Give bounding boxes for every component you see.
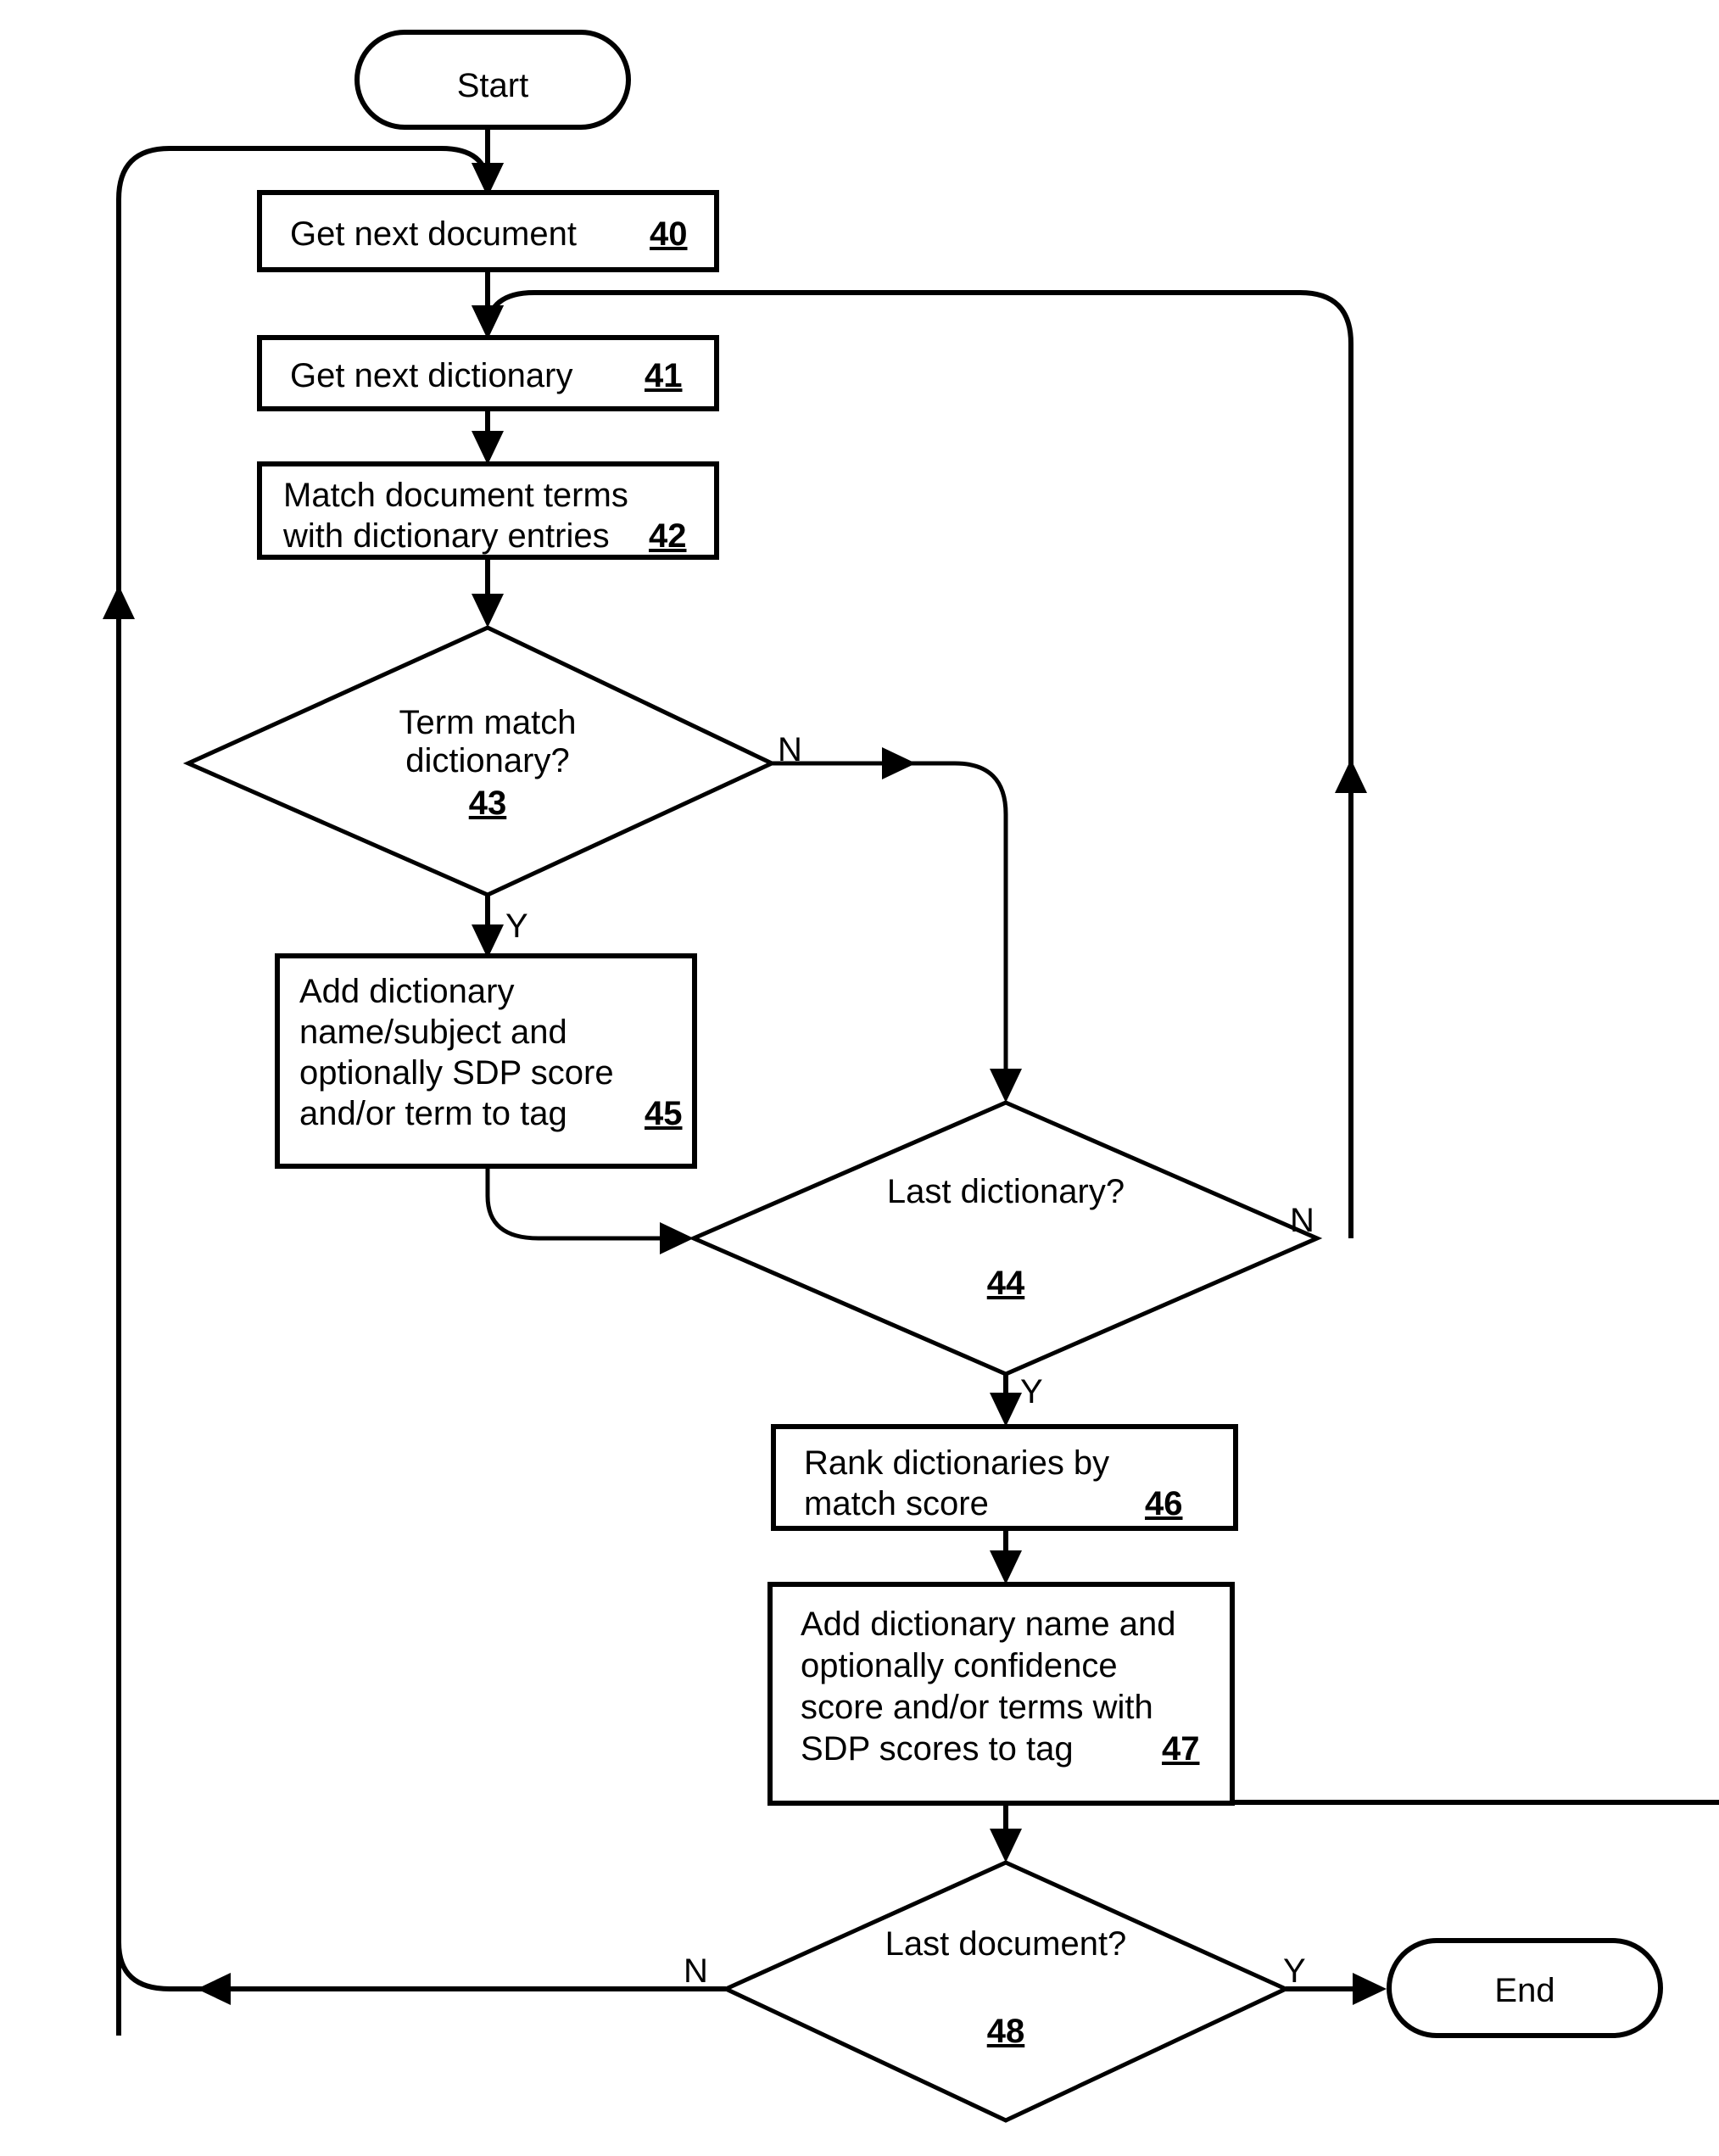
- node-45-add-dictionary-name-subject[interactable]: Add dictionary name/subject and optional…: [275, 953, 697, 1169]
- node-44-last-dictionary[interactable]: Last dictionary? 44: [688, 1100, 1323, 1377]
- branch-label-44-no: N: [1290, 1202, 1314, 1239]
- node-end[interactable]: End: [1387, 1938, 1663, 2038]
- branch-label-44-yes: Y: [1020, 1373, 1043, 1410]
- node-44-label: Last dictionary?: [887, 1173, 1125, 1210]
- node-43-term-match-dictionary[interactable]: Term match dictionary? 43: [182, 625, 777, 897]
- node-46-rank-dictionaries[interactable]: Rank dictionaries by match score 46: [771, 1424, 1238, 1531]
- node-46-label-line2: match score: [804, 1485, 989, 1522]
- node-46-label-line1: Rank dictionaries by: [804, 1444, 1109, 1482]
- connector-45-to-44: [485, 1166, 694, 1254]
- node-42-match-document-terms[interactable]: Match document terms with dictionary ent…: [257, 461, 719, 560]
- node-46-ref: 46: [1145, 1485, 1183, 1522]
- node-41-get-next-dictionary[interactable]: Get next dictionary 41: [257, 335, 719, 411]
- branch-label-43-no: N: [778, 731, 802, 768]
- node-45-label-line2: name/subject and: [299, 1014, 567, 1051]
- node-43-label-line1: Term match: [399, 704, 577, 741]
- connector-42-to-43: [472, 556, 504, 628]
- connector-47-to-48: [990, 1800, 1719, 1863]
- node-47-ref: 47: [1162, 1730, 1200, 1768]
- node-48-last-document[interactable]: Last document? 48: [721, 1860, 1291, 2123]
- connector-43-no-to-44: [772, 747, 1022, 1103]
- node-40-get-next-document[interactable]: Get next document 40: [257, 190, 719, 272]
- node-45-label-line1: Add dictionary: [299, 973, 514, 1010]
- node-42-ref: 42: [649, 517, 687, 555]
- node-44-ref: 44: [987, 1265, 1025, 1302]
- connector-46-to-47: [990, 1528, 1022, 1584]
- branch-label-48-no: N: [684, 1952, 708, 1990]
- node-40-label: Get next document: [290, 215, 577, 253]
- node-47-add-dictionary-name-confidence[interactable]: Add dictionary name and optionally confi…: [767, 1582, 1235, 1806]
- node-45-ref: 45: [645, 1095, 683, 1132]
- connector-43-yes-to-45: [472, 895, 504, 958]
- node-48-label: Last document?: [885, 1925, 1127, 1963]
- branch-label-43-yes: Y: [505, 908, 528, 945]
- node-47-label-line2: optionally confidence: [801, 1647, 1118, 1684]
- connector-48-no-to-loop: [116, 1941, 726, 2005]
- connector-41-to-42: [472, 405, 504, 465]
- node-43-label-line2: dictionary?: [405, 742, 569, 779]
- node-42-label-line1: Match document terms: [283, 477, 628, 514]
- node-47-label-line3: score and/or terms with: [801, 1689, 1153, 1726]
- connector-44-yes-to-46: [990, 1374, 1022, 1427]
- node-40-ref: 40: [650, 215, 688, 253]
- flowchart-svg: Start Get next document 40 Get next dict…: [103, 30, 1719, 2123]
- node-45-label-line4: and/or term to tag: [299, 1095, 567, 1132]
- node-end-label: End: [1494, 1972, 1554, 2009]
- flowchart-canvas: Start Get next document 40 Get next dict…: [0, 0, 1719, 2156]
- node-41-label: Get next dictionary: [290, 357, 573, 394]
- branch-label-48-yes: Y: [1283, 1952, 1306, 1990]
- node-47-label-line4: SDP scores to tag: [801, 1730, 1074, 1768]
- node-48-ref: 48: [987, 2013, 1025, 2050]
- node-start-label: Start: [457, 67, 528, 104]
- node-start[interactable]: Start: [354, 30, 631, 130]
- node-41-ref: 41: [645, 357, 683, 394]
- node-43-ref: 43: [469, 785, 507, 822]
- node-42-label-line2: with dictionary entries: [282, 517, 610, 555]
- node-45-label-line3: optionally SDP score: [299, 1054, 614, 1092]
- node-47-label-line1: Add dictionary name and: [801, 1606, 1176, 1643]
